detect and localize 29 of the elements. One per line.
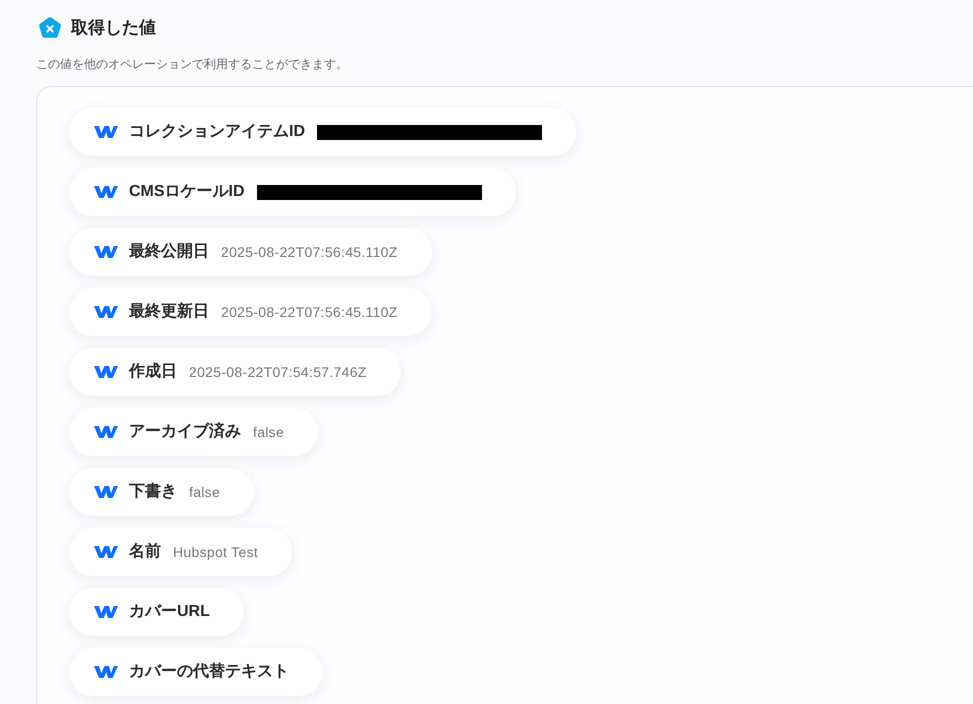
value-text: false xyxy=(189,482,220,502)
value-label: 最終更新日 xyxy=(129,301,209,322)
value-text: 2025-08-22T07:56:45.110Z xyxy=(221,302,398,322)
value-text: 2025-08-22T07:54:57.746Z xyxy=(189,362,367,382)
w-mark-icon xyxy=(94,485,118,499)
value-label: 名前 xyxy=(129,542,161,562)
w-mark-icon xyxy=(94,185,118,199)
section-title: 取得した値 xyxy=(71,17,156,39)
value-label: カバーの代替テキスト xyxy=(129,662,289,682)
value-label: 最終公開日 xyxy=(129,242,209,262)
value-label: CMSロケールID xyxy=(129,182,245,202)
pentagon-x-icon xyxy=(38,16,62,40)
w-mark-icon xyxy=(94,365,118,379)
value-label: アーカイブ済み xyxy=(129,421,241,442)
value-label: 下書き xyxy=(129,482,177,502)
value-label: カバーURL xyxy=(129,602,210,622)
w-mark-icon xyxy=(94,545,118,559)
w-mark-icon xyxy=(94,245,118,259)
w-mark-icon xyxy=(94,665,118,679)
w-mark-icon xyxy=(94,605,118,619)
section-description: この値を他のオペレーションで利用することができます。 xyxy=(36,56,348,72)
w-mark-icon xyxy=(94,125,118,139)
value-text: Hubspot Test xyxy=(173,542,258,562)
value-label: コレクションアイテムID xyxy=(129,122,305,142)
value-text: 2025-08-22T07:56:45.110Z xyxy=(221,242,398,262)
value-label: 作成日 xyxy=(129,362,177,382)
w-mark-icon xyxy=(94,305,118,319)
w-mark-icon xyxy=(94,425,118,439)
value-text: false xyxy=(253,422,284,442)
